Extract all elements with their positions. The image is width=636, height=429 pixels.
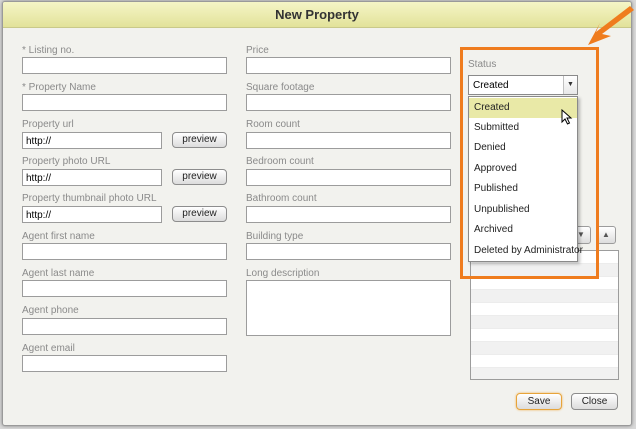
bathroom-count-label: Bathroom count xyxy=(246,193,317,204)
agent-last-name-label: Agent last name xyxy=(22,268,95,279)
property-url-input[interactable]: http:// xyxy=(22,132,162,149)
property-name-input[interactable] xyxy=(22,94,227,111)
title-bar: New Property xyxy=(3,2,631,28)
bedroom-count-input[interactable] xyxy=(246,169,451,186)
list-item xyxy=(471,368,618,379)
save-button[interactable]: Save xyxy=(516,393,562,410)
property-thumbnail-url-input[interactable]: http:// xyxy=(22,206,162,223)
square-footage-label: Square footage xyxy=(246,82,315,93)
bedroom-count-label: Bedroom count xyxy=(246,156,314,167)
price-input[interactable] xyxy=(246,57,451,74)
property-thumbnail-preview-button[interactable]: preview xyxy=(172,206,227,222)
price-label: Price xyxy=(246,45,269,56)
property-name-label: * Property Name xyxy=(22,82,96,93)
orange-arrow-icon xyxy=(588,6,634,45)
property-url-preview-button[interactable]: preview xyxy=(172,132,227,148)
listing-no-input[interactable] xyxy=(22,57,227,74)
property-photo-preview-button[interactable]: preview xyxy=(172,169,227,185)
agent-first-name-input[interactable] xyxy=(22,243,227,260)
long-description-label: Long description xyxy=(246,268,320,279)
list-item xyxy=(471,329,618,342)
bathroom-count-input[interactable] xyxy=(246,206,451,223)
list-item xyxy=(471,355,618,368)
agent-email-input[interactable] xyxy=(22,355,227,372)
building-type-label: Building type xyxy=(246,231,304,242)
list-item xyxy=(471,316,618,329)
room-count-input[interactable] xyxy=(246,132,451,149)
property-photo-url-label: Property photo URL xyxy=(22,156,111,167)
close-button[interactable]: Close xyxy=(571,393,618,410)
listing-no-label: * Listing no. xyxy=(22,45,75,56)
list-item xyxy=(471,303,618,316)
agent-phone-label: Agent phone xyxy=(22,305,79,316)
agent-last-name-input[interactable] xyxy=(22,280,227,297)
list-item xyxy=(471,290,618,303)
building-type-input[interactable] xyxy=(246,243,451,260)
list-item xyxy=(471,342,618,355)
status-highlight-box xyxy=(460,47,599,279)
property-thumbnail-url-label: Property thumbnail photo URL xyxy=(22,193,157,204)
room-count-label: Room count xyxy=(246,119,300,130)
agent-first-name-label: Agent first name xyxy=(22,231,95,242)
property-photo-url-input[interactable]: http:// xyxy=(22,169,162,186)
agent-phone-input[interactable] xyxy=(22,318,227,335)
long-description-textarea[interactable] xyxy=(246,280,451,336)
chevron-up-icon[interactable]: ▲ xyxy=(596,226,616,244)
dialog-title: New Property xyxy=(275,7,359,22)
property-url-label: Property url xyxy=(22,119,74,130)
square-footage-input[interactable] xyxy=(246,94,451,111)
agent-email-label: Agent email xyxy=(22,343,75,354)
